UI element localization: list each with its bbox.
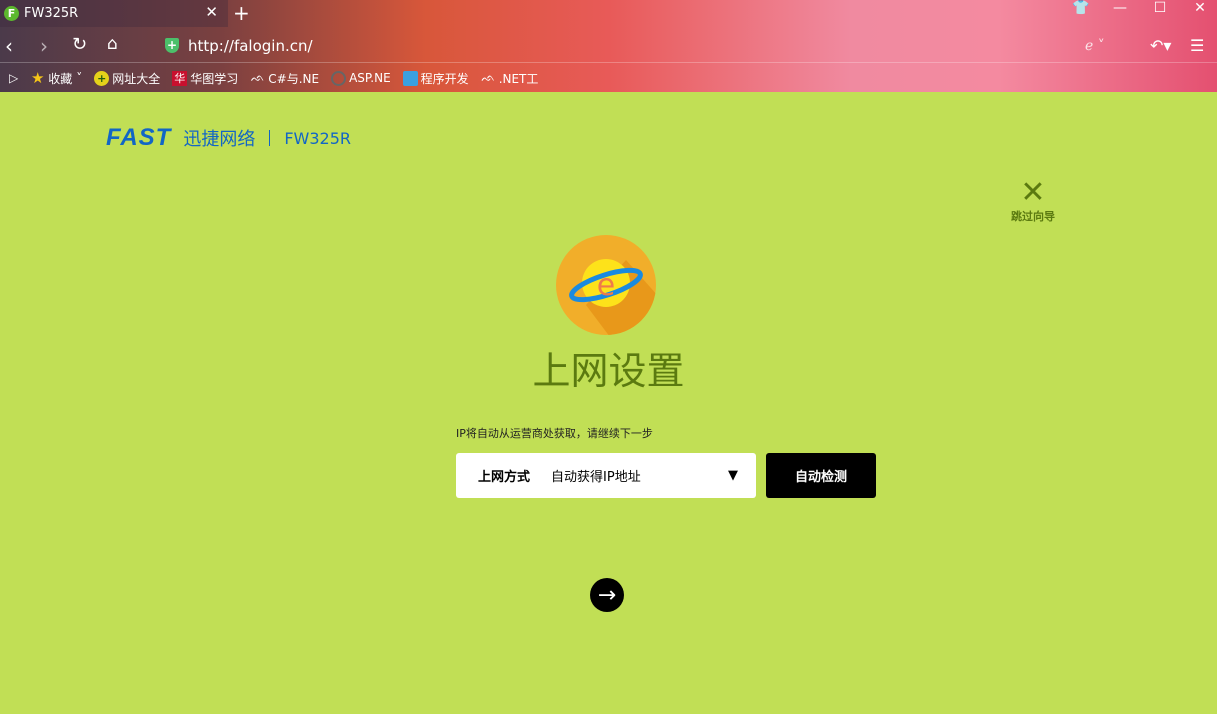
connection-type-select[interactable]: 上网方式 自动获得IP地址 ▼ — [456, 453, 756, 498]
csdn-icon: ᨒ — [481, 71, 496, 84]
menu-icon[interactable]: ☰ — [1190, 36, 1204, 55]
skip-label: 跳过向导 — [1011, 210, 1055, 223]
svg-text:e: e — [597, 268, 615, 303]
undo-icon[interactable]: ↶▾ — [1150, 36, 1171, 55]
cube-icon — [402, 70, 418, 86]
favicon-icon: F — [4, 6, 19, 21]
arrow-right-icon: → — [597, 582, 617, 608]
sidebar-toggle-icon[interactable]: ▷ — [9, 71, 18, 85]
huatu-icon: 华 — [172, 70, 188, 86]
page-title: 上网设置 — [532, 349, 685, 393]
bookmark-item[interactable]: ASP.NE — [331, 70, 391, 86]
auto-detect-button[interactable]: 自动检测 — [766, 453, 876, 498]
caret-down-icon: ▼ — [728, 468, 738, 483]
brand-name: 迅捷网络 — [183, 129, 256, 150]
star-icon: ★ — [31, 69, 45, 87]
tab-fw325r[interactable]: F FW325R ✕ — [0, 0, 228, 27]
bookmark-item[interactable]: 华华图学习 — [172, 70, 238, 87]
select-value: 自动获得IP地址 — [551, 470, 641, 485]
ie-engine-icon[interactable]: ℯ ˅ — [1085, 38, 1105, 54]
browser-chrome: F FW325R ✕ + 👕 — ☐ ✕ ‹ › ↻ ⌂ + http://fa… — [0, 0, 1217, 92]
address-bar[interactable]: http://falogin.cn/ — [188, 37, 313, 55]
plus-circle-icon: + — [94, 70, 110, 86]
skip-wizard-button[interactable]: ✕ 跳过向导 — [1005, 178, 1061, 224]
next-arrow-button[interactable]: → — [590, 578, 624, 612]
maximize-icon[interactable]: ☐ — [1145, 0, 1175, 16]
back-icon[interactable]: ‹ — [5, 34, 13, 58]
toolbar: ‹ › ↻ ⌂ + http://falogin.cn/ ℯ ˅ ↶▾ ☰ — [0, 30, 1217, 63]
home-icon[interactable]: ⌂ — [107, 34, 118, 54]
bookmark-item[interactable]: ᨒ C#与.NE — [250, 70, 319, 87]
internet-globe-icon: e — [556, 235, 656, 335]
close-window-icon[interactable]: ✕ — [1185, 0, 1215, 16]
tab-title: FW325R — [24, 6, 79, 21]
bookmark-item[interactable]: 程序开发 — [402, 70, 469, 87]
close-icon: ✕ — [1020, 175, 1046, 210]
secure-shield-icon: + — [165, 38, 179, 53]
csdn-icon: ᨒ — [250, 71, 265, 84]
tab-close-icon[interactable]: ✕ — [205, 3, 218, 21]
new-tab-button[interactable]: + — [233, 1, 250, 25]
bookmark-item[interactable]: ★ 收藏 ˅ — [30, 69, 82, 87]
hint-text: IP将自动从运营商处获取，请继续下一步 — [456, 427, 653, 440]
fast-logo: FAST — [106, 124, 172, 151]
forward-icon[interactable]: › — [40, 34, 48, 58]
bookmarks-bar: ▷ ★ 收藏 ˅ + 网址大全 华华图学习 ᨒ C#与.NE ASP.NE 程序开发 ᨒ… — [0, 64, 1217, 92]
skin-icon[interactable]: 👕 — [1066, 0, 1096, 16]
minimize-icon[interactable]: — — [1105, 0, 1135, 16]
model-name: FW325R — [284, 128, 352, 148]
select-label: 上网方式 — [478, 470, 531, 485]
ring-icon — [331, 70, 347, 86]
divider — [269, 130, 271, 146]
bookmark-item[interactable]: ᨒ .NET工 — [481, 70, 538, 87]
bookmark-item[interactable]: + 网址大全 — [94, 70, 160, 87]
brand-header: FAST 迅捷网络 FW325R — [106, 124, 351, 152]
reload-icon[interactable]: ↻ — [72, 34, 87, 55]
